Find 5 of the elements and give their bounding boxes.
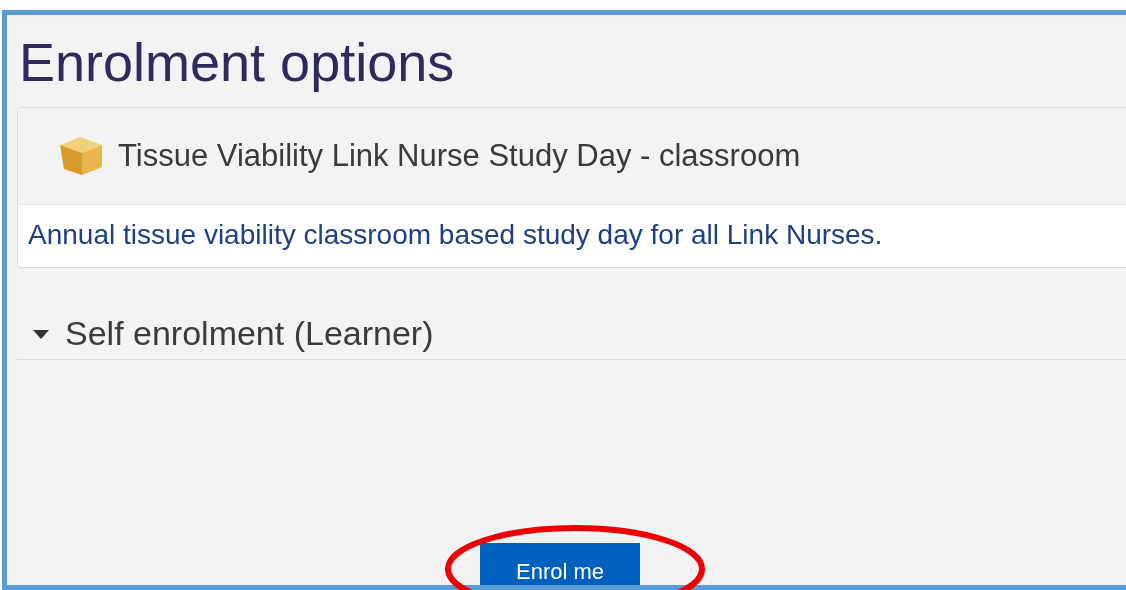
- course-summary: Annual tissue viability classroom based study day for all Link Nurses.: [27, 218, 884, 252]
- section-title[interactable]: Self enrolment (Learner): [65, 314, 434, 353]
- page-title: Enrolment options: [18, 31, 456, 94]
- course-name: Tissue Viability Link Nurse Study Day - classroom: [118, 138, 801, 174]
- enrol-button[interactable]: Enrol me: [480, 543, 640, 585]
